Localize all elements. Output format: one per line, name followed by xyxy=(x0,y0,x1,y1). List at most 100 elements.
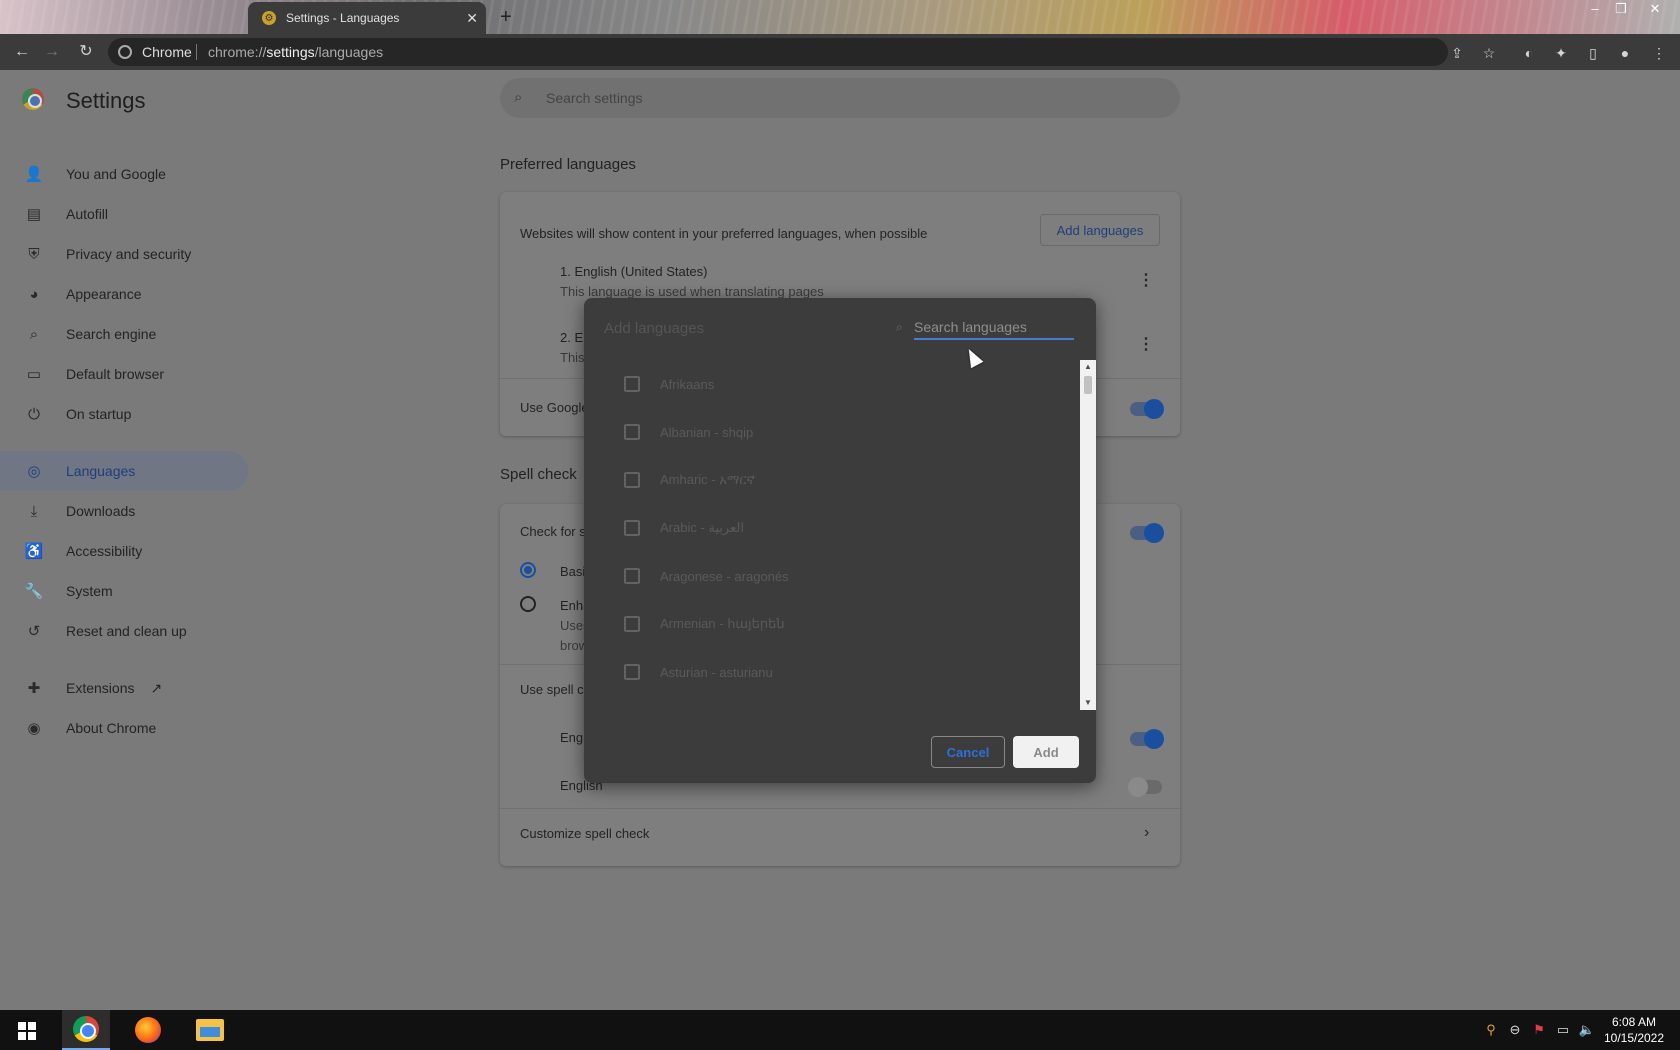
basic-spell-check-label: Basi xyxy=(560,564,586,579)
download-icon: ⤓ xyxy=(30,502,38,520)
check-spelling-label: Check for s xyxy=(520,524,586,539)
flag-tray-icon[interactable]: ⚑ xyxy=(1530,1022,1548,1038)
taskbar-file-explorer[interactable] xyxy=(186,1010,234,1050)
sidebar-item-label: Extensions xyxy=(66,680,135,696)
language-option[interactable]: Amharic - አማርኛ xyxy=(584,456,1080,504)
language-checkbox[interactable] xyxy=(624,472,640,488)
scroll-up-arrow-icon[interactable]: ▲ xyxy=(1080,360,1096,374)
language-list: Afrikaans Albanian - shqip Amharic - አማርኛ A… xyxy=(584,360,1080,710)
sidebar-item-label: Downloads xyxy=(66,503,136,519)
omnibox-url[interactable]: chrome://settings/languages xyxy=(208,44,383,60)
search-tray-icon[interactable]: ⚲ xyxy=(1482,1022,1500,1038)
language-more-icon[interactable]: ⋮ xyxy=(1138,334,1154,354)
window-close-icon[interactable]: ✕ xyxy=(1640,0,1670,18)
windows-start-icon[interactable] xyxy=(18,1022,36,1040)
language-checkbox[interactable] xyxy=(624,424,640,440)
language-checkbox[interactable] xyxy=(624,616,640,632)
sidebar-item-about-chrome[interactable]: ◉ About Chrome xyxy=(0,708,248,748)
language-more-icon[interactable]: ⋮ xyxy=(1138,270,1154,290)
language-checkbox[interactable] xyxy=(624,664,640,680)
globe-icon: ◎ xyxy=(27,463,41,480)
preferred-languages-description: Websites will show content in your prefe… xyxy=(520,226,928,241)
add-languages-dialog: Add languages ⌕ Afrikaans Albanian - shqi… xyxy=(584,298,1096,783)
omnibox-separator xyxy=(196,44,197,60)
language-option[interactable]: Albanian - shqip xyxy=(584,408,1080,456)
restore-icon[interactable]: ❐ xyxy=(1606,0,1636,18)
history-icon: ↺ xyxy=(27,623,41,640)
reload-icon[interactable]: ↻ xyxy=(76,42,96,62)
sidebar-item-system[interactable]: 🔧 System xyxy=(0,571,248,611)
add-languages-button[interactable]: Add languages xyxy=(1040,214,1160,246)
sidebar-item-languages[interactable]: ◎ Languages xyxy=(0,451,248,491)
language-option[interactable]: Afrikaans xyxy=(584,360,1080,408)
sidebar-item-label: Default browser xyxy=(66,366,165,382)
chrome-icon: ◉ xyxy=(27,720,41,737)
spell-language-label: Engl xyxy=(560,730,587,745)
network-tray-icon[interactable]: ▭ xyxy=(1554,1022,1572,1038)
sidebar-item-reset-and-clean-up[interactable]: ↺ Reset and clean up xyxy=(0,611,248,651)
scroll-down-arrow-icon[interactable]: ▼ xyxy=(1080,696,1096,710)
browser-tab[interactable]: ⚙ Settings - Languages ✕ xyxy=(248,2,486,34)
spell-language-toggle[interactable] xyxy=(1128,777,1162,797)
spell-language-toggle[interactable] xyxy=(1130,729,1164,749)
scrollbar-thumb[interactable] xyxy=(1084,376,1092,394)
sidebar-item-label: On startup xyxy=(66,406,132,422)
sidebar-item-autofill[interactable]: ▤ Autofill xyxy=(0,194,248,234)
language-option[interactable]: Asturian - asturianu xyxy=(584,648,1080,696)
sidebar-item-label: Search engine xyxy=(66,326,157,342)
sidebar-item-default-browser[interactable]: ▭ Default browser xyxy=(0,354,248,394)
settings-search[interactable]: ⌕ Search settings xyxy=(500,78,1180,118)
language-checkbox[interactable] xyxy=(624,520,640,536)
taskbar-firefox[interactable] xyxy=(124,1010,172,1050)
sidebar-item-on-startup[interactable]: ⏻ On startup xyxy=(0,394,248,434)
language-option[interactable]: Armenian - հայերեն xyxy=(584,600,1080,648)
enhanced-spell-check-radio[interactable] xyxy=(520,596,536,612)
language-checkbox[interactable] xyxy=(624,376,640,392)
sidebar-item-appearance[interactable]: ◕ Appearance xyxy=(0,274,248,314)
power-icon: ⏻ xyxy=(28,405,40,423)
extension-globe-icon[interactable]: ◐ xyxy=(1520,44,1538,62)
tab-close-icon[interactable]: ✕ xyxy=(466,10,478,27)
sidebar-item-search-engine[interactable]: ⌕ Search engine xyxy=(0,314,248,354)
language-option[interactable]: Arabic - العربية xyxy=(584,504,1080,552)
vpn-tray-icon[interactable]: ⊖ xyxy=(1506,1022,1524,1038)
system-clock[interactable]: 6:08 AM 10/15/2022 xyxy=(1600,1014,1668,1046)
extensions-puzzle-icon[interactable]: ✦ xyxy=(1552,44,1570,62)
share-icon[interactable]: ⇪ xyxy=(1448,44,1466,62)
taskbar-chrome[interactable] xyxy=(62,1010,110,1050)
bookmark-star-icon[interactable]: ☆ xyxy=(1480,44,1498,62)
preferred-languages-heading: Preferred languages xyxy=(500,156,636,173)
sidebar-item-extensions[interactable]: ✚ Extensions ↗ xyxy=(0,668,248,708)
language-checkbox[interactable] xyxy=(624,568,640,584)
sidebar-item-label: Privacy and security xyxy=(66,246,192,262)
customize-spell-check-link[interactable]: Customize spell check xyxy=(520,826,649,841)
palette-icon: ◕ xyxy=(29,285,39,303)
sidebar-item-downloads[interactable]: ⤓ Downloads xyxy=(0,491,248,531)
spell-check-toggle[interactable] xyxy=(1130,523,1164,543)
omnibox-site-label: Chrome xyxy=(142,44,192,60)
translate-toggle[interactable] xyxy=(1130,399,1164,419)
forward-arrow-icon[interactable]: → xyxy=(42,42,62,62)
sidebar-item-you-and-google[interactable]: 👤 You and Google xyxy=(0,154,248,194)
address-bar[interactable]: Chrome chrome://settings/languages xyxy=(108,38,1448,66)
chrome-site-icon xyxy=(118,45,132,59)
chevron-right-icon[interactable]: › xyxy=(1144,824,1149,842)
side-panel-icon[interactable]: ▯ xyxy=(1584,44,1602,62)
search-languages-input[interactable] xyxy=(914,316,1074,340)
back-arrow-icon[interactable]: ← xyxy=(12,42,32,62)
puzzle-icon: ✚ xyxy=(27,680,41,697)
profile-avatar-icon[interactable]: ● xyxy=(1616,44,1634,62)
language-option-label: Armenian - հայերեն xyxy=(660,616,785,631)
new-tab-button[interactable]: + xyxy=(500,6,512,29)
basic-spell-check-radio[interactable] xyxy=(520,562,536,578)
add-button[interactable]: Add xyxy=(1013,736,1079,768)
cancel-button[interactable]: Cancel xyxy=(931,736,1005,768)
volume-tray-icon[interactable]: 🔈 xyxy=(1578,1022,1596,1038)
scrollbar[interactable]: ▲ ▼ xyxy=(1080,360,1096,710)
sidebar-item-privacy-and-security[interactable]: ⛨ Privacy and security xyxy=(0,234,248,274)
chrome-menu-icon[interactable]: ⋮ xyxy=(1650,44,1668,62)
sidebar-item-accessibility[interactable]: ♿ Accessibility xyxy=(0,531,248,571)
folder-icon xyxy=(196,1019,224,1041)
language-item-name: 1. English (United States) xyxy=(560,264,708,279)
language-option[interactable]: Aragonese - aragonés xyxy=(584,552,1080,600)
